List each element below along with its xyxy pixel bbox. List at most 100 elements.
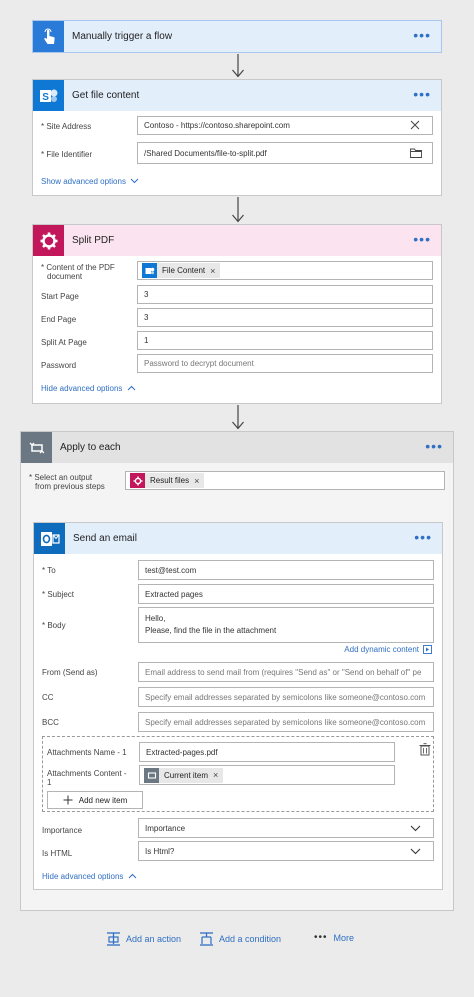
add-dynamic-content-link[interactable]: Add dynamic content bbox=[344, 645, 432, 654]
split-pdf-more-button[interactable]: ••• bbox=[413, 232, 431, 246]
split-at-page-input[interactable]: 1 bbox=[137, 331, 433, 350]
password-label: Password bbox=[41, 361, 77, 370]
current-item-token-label: Current item bbox=[164, 770, 209, 780]
select-output-field[interactable]: Result files × bbox=[125, 471, 445, 490]
bcc-placeholder: Specify email addresses separated by sem… bbox=[145, 717, 426, 727]
file-identifier-label: * File Identifier bbox=[41, 150, 93, 159]
trigger-header[interactable]: Manually trigger a flow ••• bbox=[33, 21, 441, 52]
chevron-down-icon bbox=[410, 825, 421, 832]
email-hide-advanced-options-link[interactable]: Hide advanced options bbox=[42, 872, 137, 881]
end-page-input[interactable]: 3 bbox=[137, 308, 433, 327]
cc-input[interactable]: Specify email addresses separated by sem… bbox=[138, 687, 434, 707]
from-input[interactable]: Email address to send mail from (require… bbox=[138, 662, 434, 682]
cc-placeholder: Specify email addresses separated by sem… bbox=[145, 692, 426, 702]
password-placeholder: Password to decrypt document bbox=[144, 359, 254, 368]
apply-to-each-more-button[interactable]: ••• bbox=[425, 439, 443, 453]
file-identifier-field[interactable]: /Shared Documents/file-to-split.pdf bbox=[137, 142, 433, 164]
split-pdf-header[interactable]: Split PDF ••• bbox=[33, 225, 441, 256]
get-file-header[interactable]: S Get file content ••• bbox=[33, 80, 441, 111]
body-label: * Body bbox=[42, 621, 66, 630]
result-files-token-label: Result files bbox=[150, 476, 190, 485]
chevron-up-icon bbox=[127, 385, 135, 391]
result-files-token[interactable]: Result files × bbox=[130, 473, 205, 488]
to-input[interactable]: test@test.com bbox=[138, 560, 434, 580]
current-item-token[interactable]: Current item × bbox=[144, 767, 224, 783]
send-email-header[interactable]: Send an email ••• bbox=[34, 523, 442, 554]
add-condition-button[interactable]: Add a condition bbox=[199, 932, 281, 946]
remove-token-icon[interactable]: × bbox=[210, 266, 215, 276]
from-label: From (Send as) bbox=[42, 668, 98, 677]
get-file-more-button[interactable]: ••• bbox=[413, 87, 431, 101]
sharepoint-icon bbox=[142, 263, 157, 278]
email-hide-advanced-label: Hide advanced options bbox=[42, 872, 124, 881]
folder-icon[interactable] bbox=[410, 148, 422, 160]
select-output-label-line2: from previous steps bbox=[35, 482, 105, 491]
split-pdf-title: Split PDF bbox=[72, 235, 115, 246]
remove-token-icon[interactable]: × bbox=[194, 476, 199, 486]
from-placeholder: Email address to send mail from (require… bbox=[145, 667, 422, 677]
is-html-dropdown[interactable]: Is Html? bbox=[138, 841, 434, 861]
pdf-content-label: * Content of the PDF document bbox=[41, 263, 115, 281]
attachments-content-field[interactable]: Current item × bbox=[139, 765, 395, 785]
password-input[interactable]: Password to decrypt document bbox=[137, 354, 433, 373]
arrow-down-icon bbox=[232, 405, 244, 430]
chevron-down-icon bbox=[410, 848, 421, 855]
trigger-more-button[interactable]: ••• bbox=[413, 28, 431, 42]
clear-icon[interactable] bbox=[410, 120, 420, 132]
add-new-item-label: Add new item bbox=[78, 795, 128, 805]
split-at-page-label: Split At Page bbox=[41, 338, 87, 347]
outlook-icon bbox=[34, 523, 65, 554]
loop-icon bbox=[144, 767, 159, 783]
gear-icon bbox=[130, 473, 145, 488]
attachments-name-input[interactable]: Extracted-pages.pdf bbox=[139, 742, 395, 762]
file-content-token[interactable]: File Content × bbox=[142, 263, 221, 278]
send-email-more-button[interactable]: ••• bbox=[414, 530, 432, 544]
more-button[interactable]: ••• More bbox=[314, 932, 354, 943]
apply-to-each-card: Apply to each ••• * Select an output fro… bbox=[20, 431, 454, 911]
subject-input[interactable]: Extracted pages bbox=[138, 584, 434, 604]
select-output-label-line1: * Select an output bbox=[29, 473, 93, 482]
end-page-value: 3 bbox=[144, 313, 149, 322]
trigger-card[interactable]: Manually trigger a flow ••• bbox=[32, 20, 442, 53]
attachments-content-label-line1: Attachments Content - bbox=[47, 769, 127, 778]
subject-value: Extracted pages bbox=[145, 589, 203, 599]
apply-to-each-header[interactable]: Apply to each ••• bbox=[21, 432, 453, 463]
body-input[interactable]: Hello, Please, find the file in the atta… bbox=[138, 607, 434, 643]
show-advanced-options-link[interactable]: Show advanced options bbox=[41, 177, 139, 186]
add-new-item-button[interactable]: Add new item bbox=[47, 791, 143, 809]
hide-advanced-label: Hide advanced options bbox=[41, 384, 123, 393]
plus-icon bbox=[63, 795, 73, 805]
importance-label: Importance bbox=[42, 826, 83, 835]
to-label: * To bbox=[42, 566, 56, 575]
start-page-label: Start Page bbox=[41, 292, 79, 301]
to-value: test@test.com bbox=[145, 565, 197, 575]
arrow-down-icon bbox=[232, 54, 244, 78]
select-output-label: * Select an output from previous steps bbox=[29, 473, 105, 491]
pdf-content-field[interactable]: File Content × bbox=[137, 261, 433, 280]
split-pdf-card: Split PDF ••• * Content of the PDF docum… bbox=[32, 224, 442, 404]
attachments-name-value: Extracted-pages.pdf bbox=[146, 747, 218, 757]
bcc-label: BCC bbox=[42, 718, 59, 727]
send-email-card: Send an email ••• * To test@test.com * S… bbox=[33, 522, 443, 890]
get-file-content-card: S Get file content ••• * Site Address Co… bbox=[32, 79, 442, 196]
cc-label: CC bbox=[42, 693, 54, 702]
site-address-label: * Site Address bbox=[41, 122, 92, 131]
add-condition-icon bbox=[200, 932, 213, 946]
start-page-input[interactable]: 3 bbox=[137, 285, 433, 304]
is-html-label: Is HTML bbox=[42, 849, 73, 858]
add-action-label: Add an action bbox=[126, 934, 182, 944]
is-html-value: Is Html? bbox=[145, 846, 175, 856]
arrow-down-icon bbox=[232, 197, 244, 223]
bcc-input[interactable]: Specify email addresses separated by sem… bbox=[138, 712, 434, 732]
subject-label: * Subject bbox=[42, 590, 75, 599]
hide-advanced-options-link[interactable]: Hide advanced options bbox=[41, 384, 136, 393]
add-action-button[interactable]: Add an action bbox=[106, 932, 181, 946]
remove-token-icon[interactable]: × bbox=[213, 770, 218, 780]
importance-dropdown[interactable]: Importance bbox=[138, 818, 434, 838]
split-at-page-value: 1 bbox=[144, 336, 149, 345]
delete-item-icon[interactable] bbox=[419, 743, 431, 758]
svg-text:S: S bbox=[42, 92, 49, 103]
loop-icon bbox=[21, 432, 52, 463]
sharepoint-icon: S bbox=[33, 80, 64, 111]
site-address-field[interactable]: Contoso - https://contoso.sharepoint.com bbox=[137, 116, 433, 135]
